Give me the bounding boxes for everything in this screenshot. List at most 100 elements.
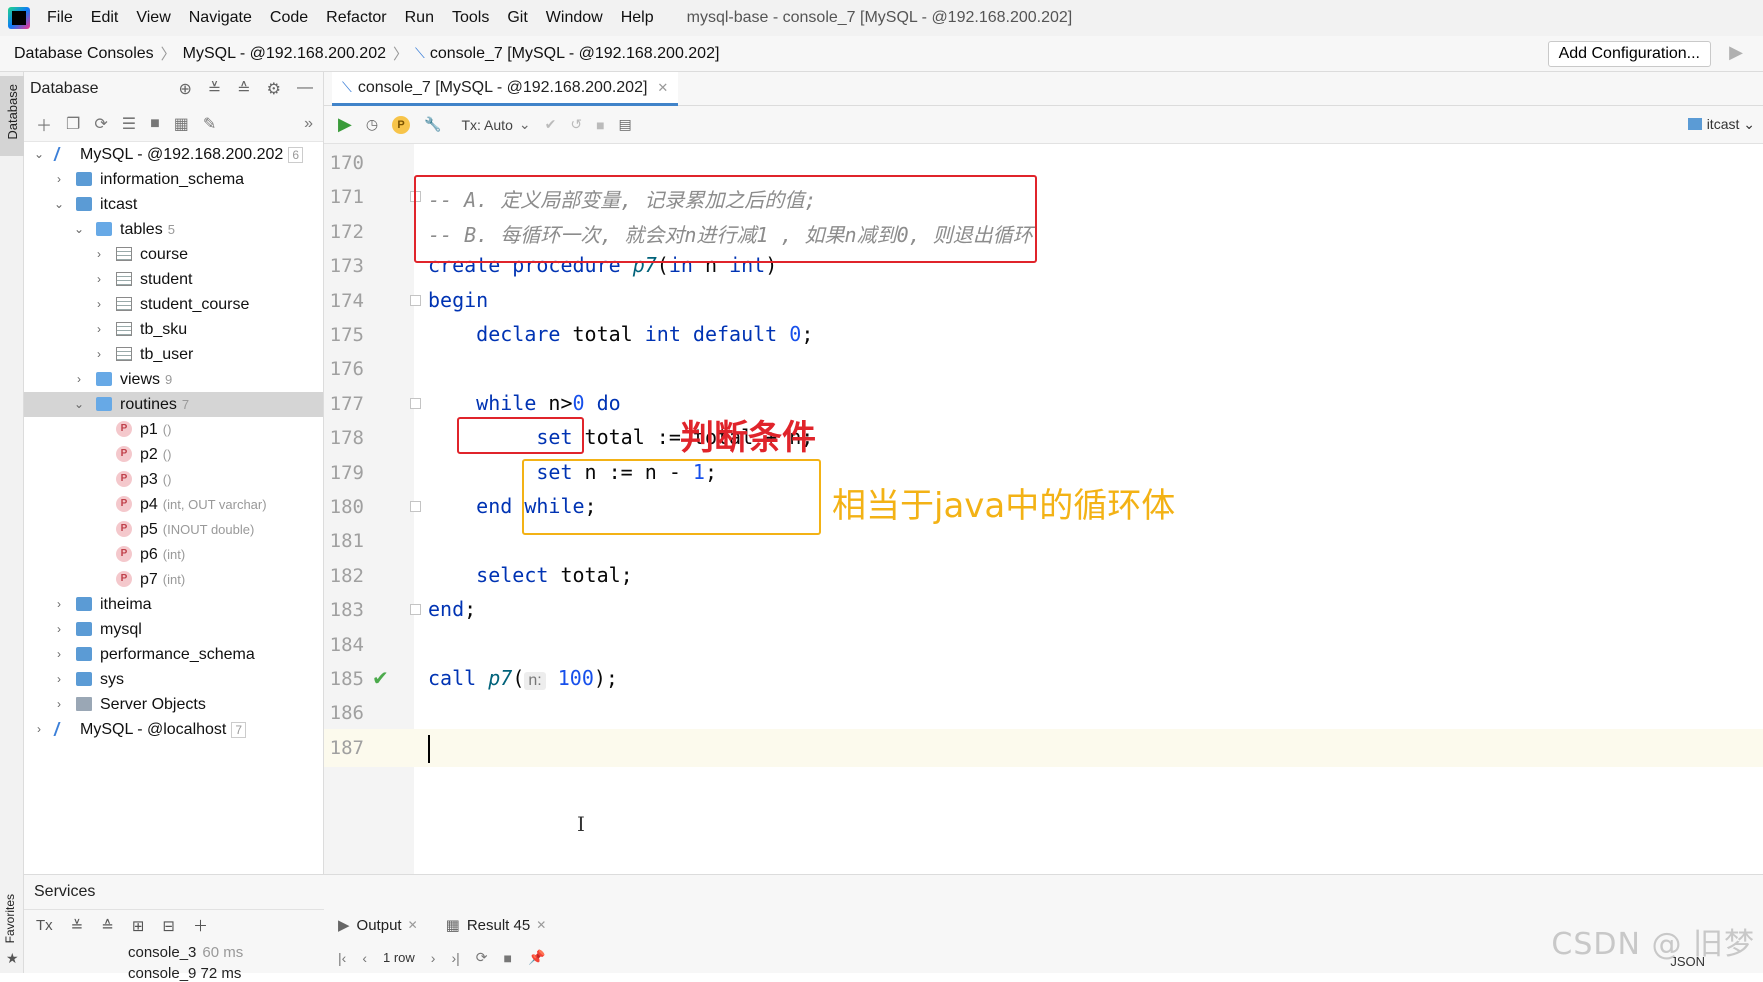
chevron-right-icon[interactable]: › (52, 592, 66, 617)
chevron-right-icon[interactable]: › (52, 167, 66, 192)
menu-help[interactable]: Help (612, 0, 663, 36)
menu-refactor[interactable]: Refactor (317, 0, 395, 36)
tab-result[interactable]: ▦ Result 45 ✕ (432, 916, 561, 935)
tree-item[interactable]: Pp2 () (24, 442, 323, 467)
new-service-icon[interactable]: ⊟ (162, 917, 175, 935)
tree-item[interactable]: › MySQL - @localhost 7 (24, 717, 323, 742)
collapse-all-icon[interactable]: ≙ (101, 917, 114, 935)
first-page-icon[interactable]: |‹ (338, 950, 346, 966)
code-line[interactable]: 176 (324, 350, 1763, 389)
code-line[interactable]: 186 (324, 694, 1763, 733)
explain-plan-icon[interactable]: P (392, 115, 411, 134)
menu-run[interactable]: Run (396, 0, 443, 36)
schema-selector[interactable]: itcast ⌄ (1687, 116, 1755, 133)
output-layout-icon[interactable]: ▤ (619, 116, 632, 133)
edit-icon[interactable]: ✎ (203, 114, 216, 134)
collapse-all-icon[interactable]: ≙ (237, 79, 250, 99)
add-configuration-button[interactable]: Add Configuration... (1547, 41, 1711, 67)
commit-icon[interactable]: ✔ (545, 116, 557, 133)
group-icon[interactable]: ⊞ (132, 917, 145, 935)
tree-item[interactable]: › course (24, 242, 323, 267)
tree-item[interactable]: › itheima (24, 592, 323, 617)
tree-item[interactable]: › student (24, 267, 323, 292)
tree-item[interactable]: › Server Objects (24, 692, 323, 717)
properties-icon[interactable]: ☰ (122, 114, 136, 134)
stop-icon[interactable]: ■ (504, 950, 512, 966)
menu-view[interactable]: View (127, 0, 179, 36)
breadcrumb-item[interactable]: Database Consoles (14, 45, 154, 63)
run-icon[interactable]: ▶ (1729, 42, 1743, 63)
chevron-down-icon[interactable]: ⌄ (72, 217, 86, 242)
tree-item[interactable]: Pp3 () (24, 467, 323, 492)
pin-icon[interactable]: 📌 (528, 949, 545, 966)
more-icon[interactable]: » (304, 115, 313, 133)
history-icon[interactable]: ◷ (366, 116, 378, 133)
chevron-right-icon[interactable]: › (52, 617, 66, 642)
tab-console-7[interactable]: ⟍ console_7 [MySQL - @192.168.200.202] ✕ (332, 72, 679, 106)
tree-item[interactable]: Pp5 (INOUT double) (24, 517, 323, 542)
tree-item[interactable]: ⌄ itcast (24, 192, 323, 217)
database-tool-tab[interactable]: Database (0, 76, 24, 156)
tree-item[interactable]: Pp1 () (24, 417, 323, 442)
tree-item[interactable]: › performance_schema (24, 642, 323, 667)
chevron-right-icon[interactable]: › (92, 292, 106, 317)
chevron-right-icon[interactable]: › (32, 717, 46, 742)
row-count-select[interactable]: 1 row (383, 950, 415, 965)
next-page-icon[interactable]: › (431, 950, 436, 966)
tree-item[interactable]: › sys (24, 667, 323, 692)
expand-all-icon[interactable]: ≚ (71, 917, 84, 935)
code-line[interactable]: 184 (324, 626, 1763, 665)
minimize-icon[interactable]: — (297, 79, 313, 99)
fold-marker-icon[interactable] (410, 501, 421, 512)
tree-item[interactable]: › information_schema (24, 167, 323, 192)
menu-tools[interactable]: Tools (443, 0, 498, 36)
fold-marker-icon[interactable] (410, 397, 421, 409)
code-line[interactable]: 183 end; (324, 591, 1763, 630)
refresh-icon[interactable]: ⟳ (94, 114, 107, 134)
chevron-right-icon[interactable]: › (52, 642, 66, 667)
stop-icon[interactable]: ■ (150, 115, 160, 133)
tree-item[interactable]: › student_course (24, 292, 323, 317)
tree-item[interactable]: › mysql (24, 617, 323, 642)
chevron-right-icon[interactable]: › (92, 267, 106, 292)
previous-page-icon[interactable]: ‹ (362, 950, 367, 966)
menu-window[interactable]: Window (537, 0, 612, 36)
code-line[interactable]: 187 (324, 728, 1763, 768)
menu-code[interactable]: Code (261, 0, 317, 36)
refresh-icon[interactable]: ⟳ (476, 949, 488, 966)
fold-marker-icon[interactable] (410, 294, 421, 306)
stop-icon[interactable]: ■ (596, 117, 604, 133)
duplicate-icon[interactable]: ❐ (66, 114, 80, 134)
breadcrumb-item[interactable]: MySQL - @192.168.200.202 (183, 45, 386, 63)
tree-item[interactable]: Pp6 (int) (24, 542, 323, 567)
chevron-down-icon[interactable]: ⌄ (32, 142, 46, 167)
menu-edit[interactable]: Edit (82, 0, 128, 36)
tree-item[interactable]: ⌄ routines 7 (24, 392, 323, 417)
code-line[interactable]: 185 ✔ call p7(n: 100); (324, 660, 1763, 699)
close-icon[interactable]: ✕ (657, 80, 668, 96)
chevron-down-icon[interactable]: ⌄ (52, 192, 66, 217)
add-icon[interactable]: ＋ (36, 112, 52, 136)
chevron-right-icon[interactable]: › (92, 317, 106, 342)
tree-item[interactable]: Pp4 (int, OUT varchar) (24, 492, 323, 517)
tx-button[interactable]: Tx (36, 917, 53, 934)
tree-item[interactable]: › tb_sku (24, 317, 323, 342)
services-tree-item[interactable]: console_3 60 ms (128, 944, 243, 961)
close-icon[interactable]: ✕ (536, 918, 546, 932)
chevron-down-icon[interactable]: ⌄ (519, 116, 531, 133)
breadcrumb-item[interactable]: console_7 [MySQL - @192.168.200.202] (430, 45, 720, 63)
menu-file[interactable]: File (38, 0, 82, 36)
tree-item[interactable]: Pp7 (int) (24, 567, 323, 592)
wrench-icon[interactable]: 🔧 (424, 116, 441, 133)
menu-git[interactable]: Git (498, 0, 536, 36)
chevron-right-icon[interactable]: › (92, 342, 106, 367)
transaction-mode-select[interactable]: Tx: Auto (462, 117, 513, 133)
locate-icon[interactable]: ⊕ (178, 79, 191, 99)
chevron-right-icon[interactable]: › (52, 667, 66, 692)
tree-item[interactable]: ⌄ tables 5 (24, 217, 323, 242)
tree-item[interactable]: › tb_user (24, 342, 323, 367)
rollback-icon[interactable]: ↺ (570, 116, 582, 133)
add-icon[interactable]: ＋ (193, 915, 208, 936)
execute-icon[interactable]: ▶ (338, 114, 352, 135)
services-tree-item[interactable]: console_9 72 ms (128, 965, 241, 982)
